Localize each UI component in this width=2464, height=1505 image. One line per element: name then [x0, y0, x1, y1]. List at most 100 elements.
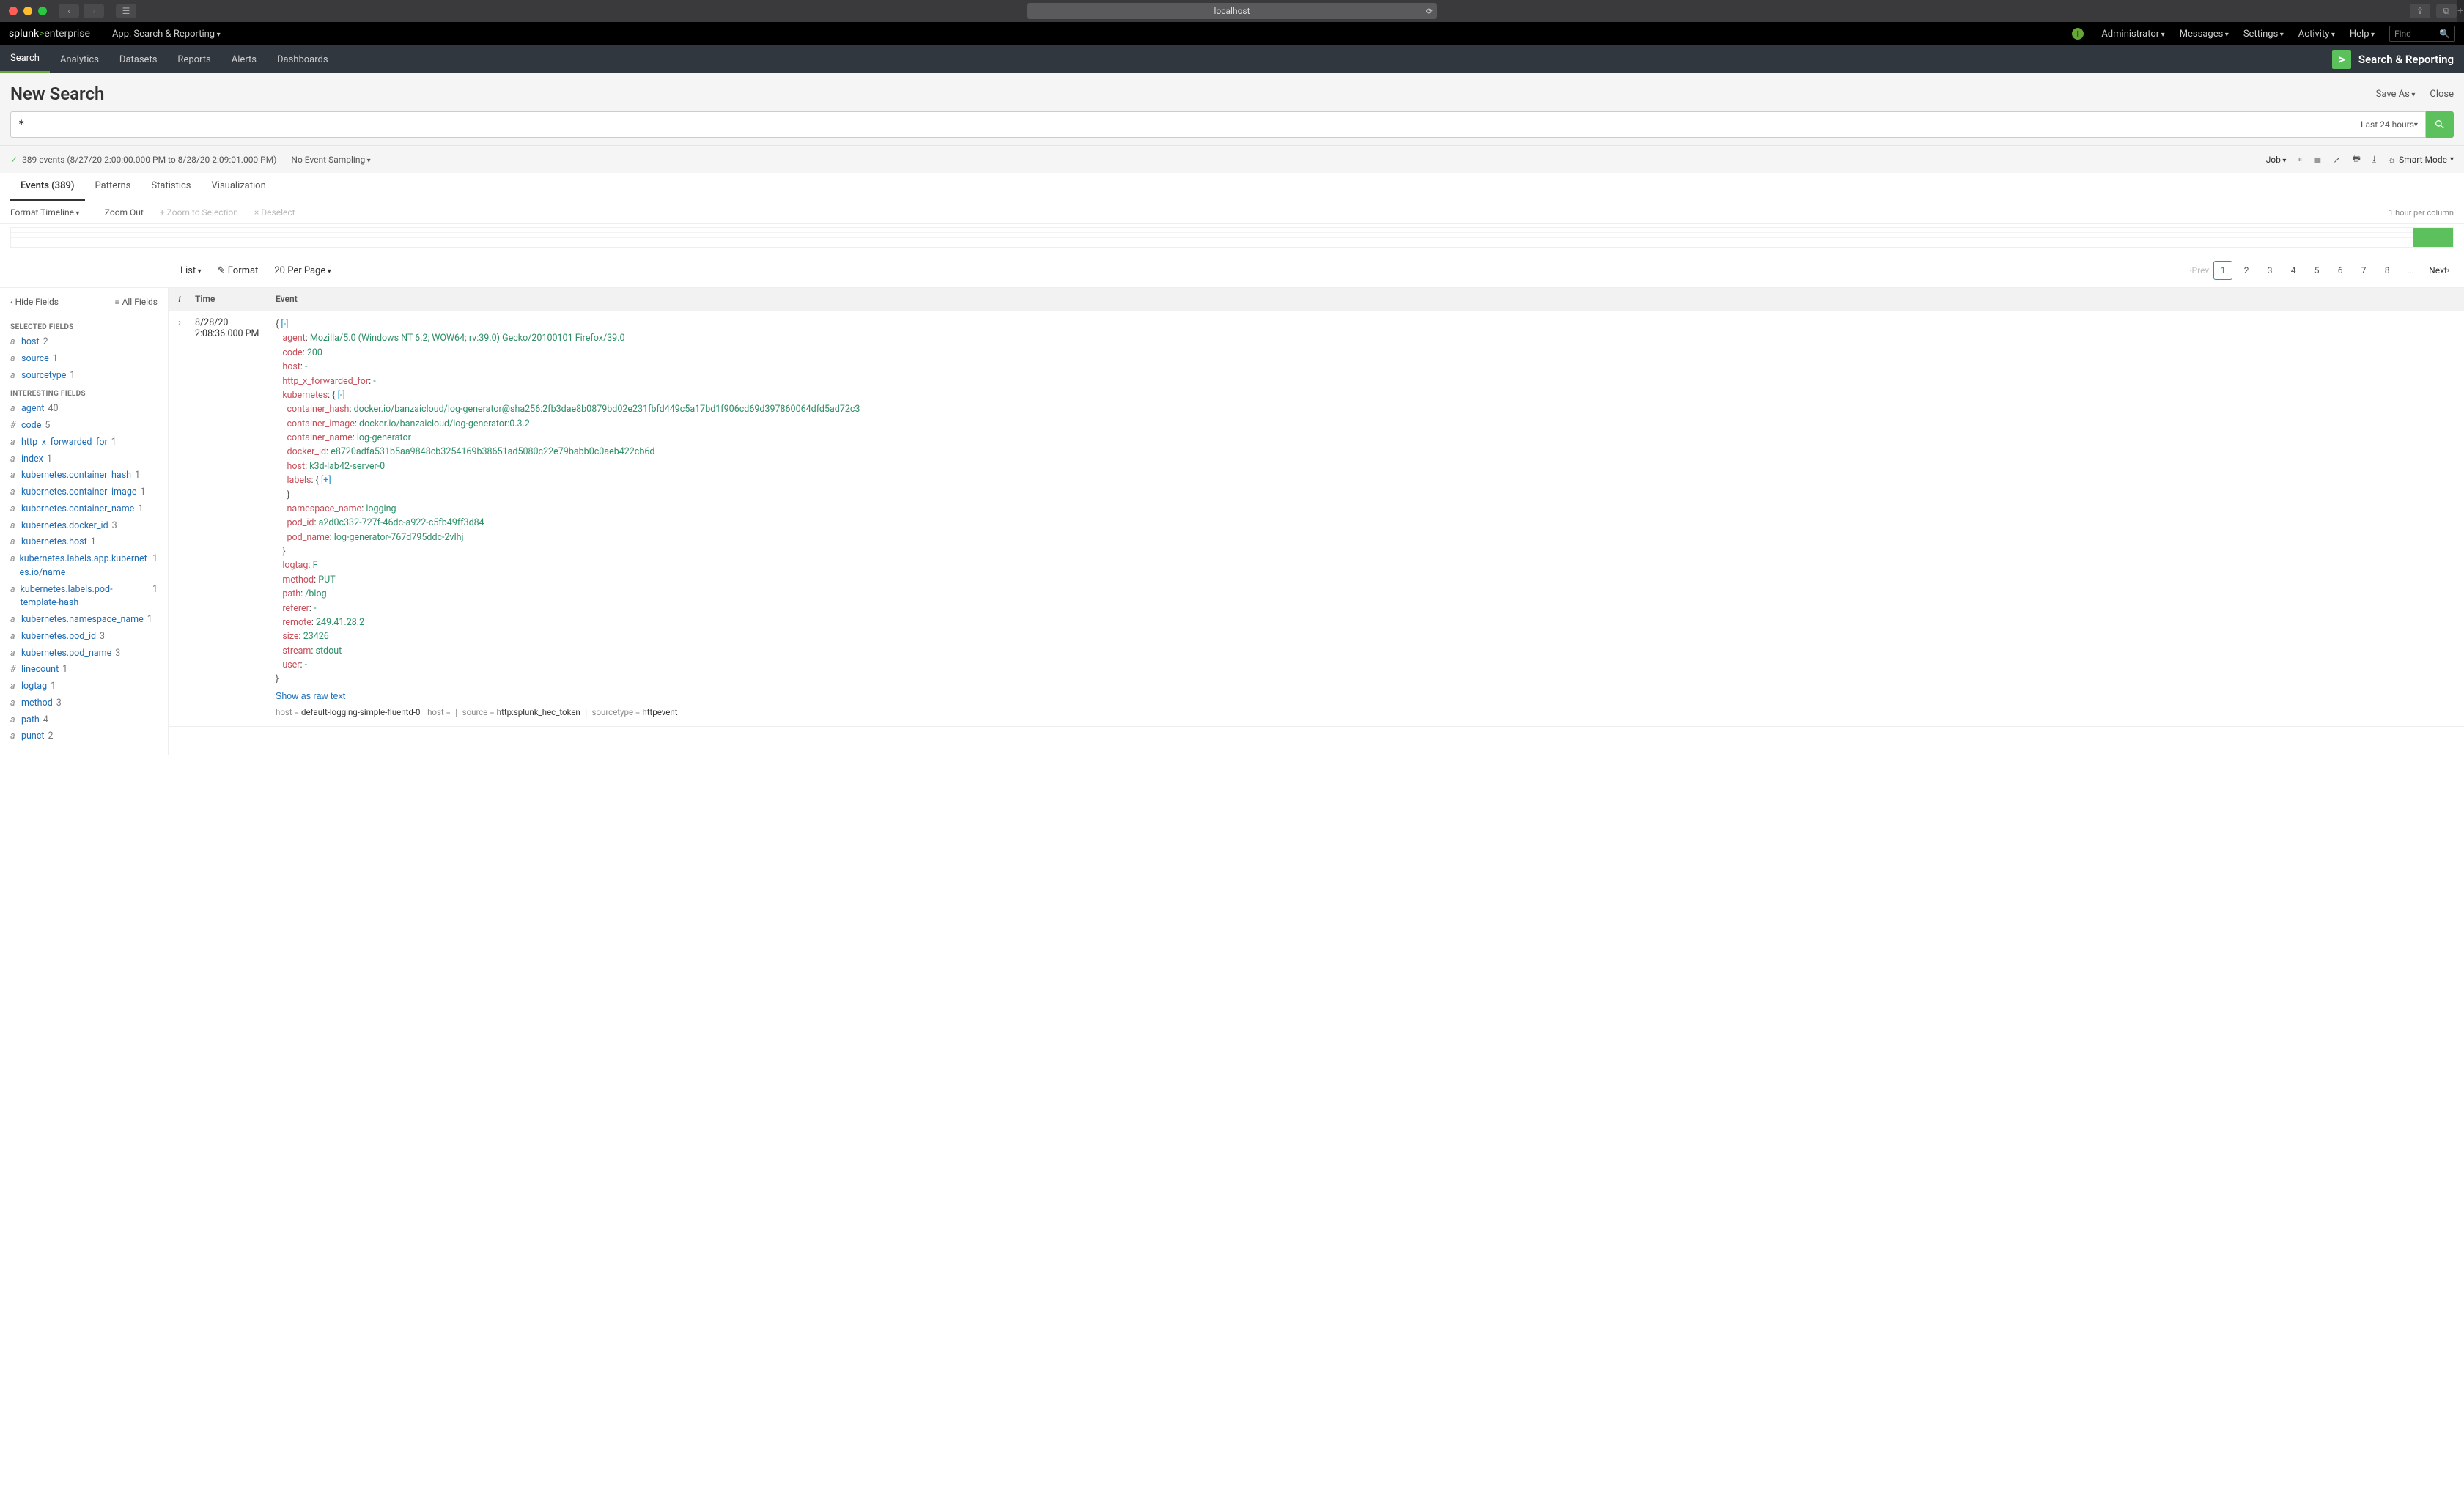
pause-icon[interactable]: ⏸ [2298, 154, 2302, 165]
maximize-window-icon[interactable] [38, 7, 47, 15]
field-sourcetype[interactable]: asourcetype 1 [10, 368, 158, 385]
tab-statistics[interactable]: Statistics [141, 173, 201, 201]
page-1[interactable]: 1 [2213, 261, 2232, 280]
job-menu[interactable]: Job [2266, 155, 2287, 165]
field-kubernetes.labels.pod-template-hash[interactable]: akubernetes.labels.pod-template-hash 1 [10, 582, 158, 613]
field-kubernetes.pod_name[interactable]: akubernetes.pod_name 3 [10, 646, 158, 662]
zoom-out[interactable]: — Zoom Out [95, 207, 143, 218]
info-badge[interactable]: i [2072, 28, 2087, 40]
nav-alerts[interactable]: Alerts [221, 45, 267, 73]
field-code[interactable]: #code 5 [10, 418, 158, 435]
title-row: New Search Save As Close [0, 73, 2464, 111]
format-timeline[interactable]: Format Timeline [10, 207, 79, 218]
reload-icon[interactable]: ⟳ [1426, 7, 1433, 16]
page-5[interactable]: 5 [2307, 261, 2326, 280]
status-bar: ✓ 389 events (8/27/20 2:00:00.000 PM to … [0, 145, 2464, 173]
search-mode[interactable]: ☼ Smart Mode [2388, 155, 2454, 165]
url-text: localhost [1214, 6, 1250, 16]
field-kubernetes.pod_id[interactable]: akubernetes.pod_id 3 [10, 629, 158, 646]
per-page[interactable]: 20 Per Page [274, 265, 331, 276]
timeline-bar[interactable] [2413, 228, 2453, 247]
close-window-icon[interactable] [9, 7, 18, 15]
field-host[interactable]: ahost 2 [10, 334, 158, 351]
collapse-icon[interactable]: [-] [338, 390, 345, 401]
field-kubernetes.namespace_name[interactable]: akubernetes.namespace_name 1 [10, 612, 158, 629]
deselect: × Deselect [254, 207, 295, 218]
print-icon[interactable]: 🖶 [2352, 152, 2360, 167]
run-search-button[interactable] [2426, 111, 2454, 138]
page-7[interactable]: 7 [2354, 261, 2373, 280]
field-kubernetes.docker_id[interactable]: akubernetes.docker_id 3 [10, 518, 158, 535]
header-right-menu: i Administrator Messages Settings Activi… [2072, 26, 2455, 42]
field-linecount[interactable]: #linecount 1 [10, 662, 158, 678]
settings-menu[interactable]: Settings [2243, 29, 2284, 40]
save-as-button[interactable]: Save As [2376, 89, 2416, 100]
app-switcher[interactable]: App: Search & Reporting [112, 29, 221, 40]
field-kubernetes.container_image[interactable]: akubernetes.container_image 1 [10, 484, 158, 501]
field-logtag[interactable]: alogtag 1 [10, 678, 158, 695]
search-input[interactable] [10, 111, 2353, 138]
field-index[interactable]: aindex 1 [10, 451, 158, 468]
new-tab-icon[interactable]: + [2457, 0, 2464, 22]
tab-patterns[interactable]: Patterns [85, 173, 141, 201]
list-mode[interactable]: List [180, 265, 202, 276]
all-fields[interactable]: ≡ All Fields [115, 297, 158, 307]
next-page[interactable]: Next › [2424, 261, 2454, 280]
expand-icon[interactable]: [+] [321, 475, 331, 486]
hide-fields[interactable]: ‹ Hide Fields [10, 297, 59, 307]
field-kubernetes.labels.app.kubernetes.io/name[interactable]: akubernetes.labels.app.kubernetes.io/nam… [10, 551, 158, 582]
tab-visualization[interactable]: Visualization [202, 173, 276, 201]
nav-search[interactable]: Search [0, 45, 50, 73]
stop-icon[interactable]: ◼ [2314, 155, 2321, 165]
sidebar-toggle-icon[interactable]: ☰ [116, 4, 136, 18]
page-2[interactable]: 2 [2237, 261, 2256, 280]
nav-reports[interactable]: Reports [167, 45, 221, 73]
share-icon[interactable]: ⇪ [2410, 4, 2430, 18]
zoom-to-selection: + Zoom to Selection [160, 207, 238, 218]
show-raw-text[interactable]: Show as raw text [276, 687, 2460, 703]
field-kubernetes.container_name[interactable]: akubernetes.container_name 1 [10, 501, 158, 518]
nav-datasets[interactable]: Datasets [109, 45, 168, 73]
collapse-icon[interactable]: [-] [281, 319, 288, 330]
address-bar[interactable]: localhost ⟳ [1027, 3, 1437, 19]
page-3[interactable]: 3 [2260, 261, 2279, 280]
find-input[interactable]: Find 🔍 [2389, 26, 2455, 42]
page-more: ... [2401, 261, 2420, 280]
expand-event-icon[interactable]: › [169, 311, 191, 726]
tab-events[interactable]: Events (389) [10, 173, 85, 201]
search-row: Last 24 hours [0, 111, 2464, 145]
event-sampling[interactable]: No Event Sampling [291, 155, 370, 165]
field-punct[interactable]: apunct 2 [10, 728, 158, 745]
search-icon [2434, 119, 2446, 130]
time-range-picker[interactable]: Last 24 hours [2353, 111, 2426, 138]
help-menu[interactable]: Help [2350, 29, 2375, 40]
splunk-logo[interactable]: splunk>enterprise [9, 28, 90, 40]
field-kubernetes.host[interactable]: akubernetes.host 1 [10, 534, 158, 551]
nav-analytics[interactable]: Analytics [50, 45, 109, 73]
back-button[interactable]: ‹ [59, 4, 79, 18]
timeline-track[interactable] [10, 227, 2454, 248]
close-button[interactable]: Close [2430, 89, 2454, 100]
field-http_x_forwarded_for[interactable]: ahttp_x_forwarded_for 1 [10, 435, 158, 451]
nav-right: > Search & Reporting [2332, 45, 2464, 73]
export-icon[interactable]: ⤓ [2372, 154, 2376, 165]
field-agent[interactable]: aagent 40 [10, 401, 158, 418]
lightbulb-icon: ☼ [2388, 155, 2396, 165]
event-meta: host = default-logging-simple-fluentd-0 … [276, 703, 2460, 720]
field-source[interactable]: asource 1 [10, 351, 158, 368]
nav-dashboards[interactable]: Dashboards [267, 45, 339, 73]
field-kubernetes.container_hash[interactable]: akubernetes.container_hash 1 [10, 467, 158, 484]
page-6[interactable]: 6 [2331, 261, 2350, 280]
share-job-icon[interactable]: ↗ [2333, 155, 2340, 165]
tabs-icon[interactable]: ⧉ [2436, 4, 2457, 18]
format-events[interactable]: ✎ Format [218, 265, 259, 276]
col-time[interactable]: Time [191, 288, 271, 311]
activity-menu[interactable]: Activity [2298, 29, 2335, 40]
field-method[interactable]: amethod 3 [10, 695, 158, 712]
field-path[interactable]: apath 4 [10, 712, 158, 729]
messages-menu[interactable]: Messages [2180, 29, 2229, 40]
page-8[interactable]: 8 [2378, 261, 2397, 280]
minimize-window-icon[interactable] [23, 7, 32, 15]
page-4[interactable]: 4 [2284, 261, 2303, 280]
administrator-menu[interactable]: Administrator [2101, 29, 2164, 40]
